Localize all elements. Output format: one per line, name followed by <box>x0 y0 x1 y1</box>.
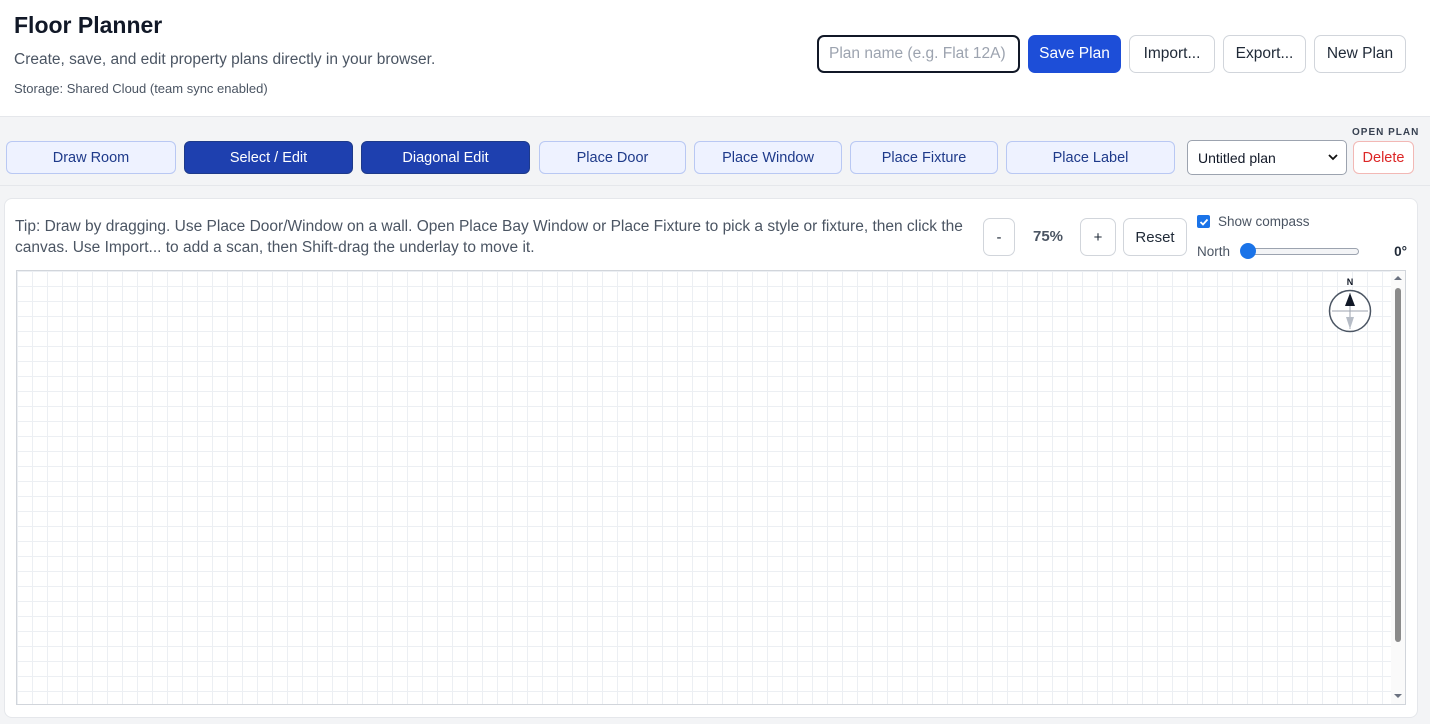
zoom-level: 75% <box>1032 228 1064 245</box>
tool-draw-room[interactable]: Draw Room <box>6 141 176 174</box>
tool-place-window[interactable]: Place Window <box>694 141 842 174</box>
new-plan-button[interactable]: New Plan <box>1314 35 1406 73</box>
tool-place-label[interactable]: Place Label <box>1006 141 1175 174</box>
app-header: Floor Planner Create, save, and edit pro… <box>0 0 1430 117</box>
tool-diagonal-edit[interactable]: Diagonal Edit <box>361 141 530 174</box>
north-value: 0° <box>1394 244 1407 259</box>
compass-north-letter: N <box>1347 277 1354 287</box>
import-button[interactable]: Import... <box>1129 35 1215 73</box>
tool-bar: Draw Room Select / Edit Diagonal Edit Pl… <box>0 118 1430 186</box>
north-label: North <box>1197 244 1231 259</box>
canvas-panel: Tip: Draw by dragging. Use Place Door/Wi… <box>4 198 1418 718</box>
plan-name-input[interactable] <box>817 35 1020 73</box>
north-slider-thumb[interactable] <box>1240 243 1256 259</box>
zoom-in-button[interactable]: + <box>1080 218 1116 256</box>
delete-plan-button[interactable]: Delete <box>1353 141 1414 174</box>
zoom-out-button[interactable]: - <box>983 218 1015 256</box>
compass-icon: N <box>1328 277 1372 333</box>
show-compass-checkbox[interactable] <box>1197 215 1210 228</box>
check-icon <box>1199 218 1208 226</box>
reset-zoom-button[interactable]: Reset <box>1123 218 1187 256</box>
canvas-scroll-thumb[interactable] <box>1395 288 1401 642</box>
open-plan-select[interactable]: Untitled plan <box>1187 140 1347 175</box>
scroll-down-icon[interactable] <box>1394 692 1402 700</box>
north-slider-track[interactable] <box>1248 248 1359 255</box>
plan-canvas[interactable]: N <box>16 270 1406 705</box>
tip-text: Tip: Draw by dragging. Use Place Door/Wi… <box>15 218 963 256</box>
show-compass-label[interactable]: Show compass <box>1218 214 1310 229</box>
open-plan-label: OPEN PLAN <box>1352 127 1420 138</box>
storage-status: Storage: Shared Cloud (team sync enabled… <box>14 81 268 96</box>
tool-place-fixture[interactable]: Place Fixture <box>850 141 998 174</box>
export-button[interactable]: Export... <box>1223 35 1306 73</box>
canvas-scrollbar[interactable] <box>1391 271 1405 704</box>
tool-place-door[interactable]: Place Door <box>539 141 686 174</box>
app-subtitle: Create, save, and edit property plans di… <box>14 51 436 68</box>
scroll-up-icon[interactable] <box>1394 274 1402 282</box>
tool-select-edit[interactable]: Select / Edit <box>184 141 353 174</box>
app-title: Floor Planner <box>14 12 163 38</box>
open-plan-selected-value: Untitled plan <box>1198 149 1276 166</box>
chevron-down-icon <box>1328 154 1338 161</box>
save-plan-button[interactable]: Save Plan <box>1028 35 1121 73</box>
